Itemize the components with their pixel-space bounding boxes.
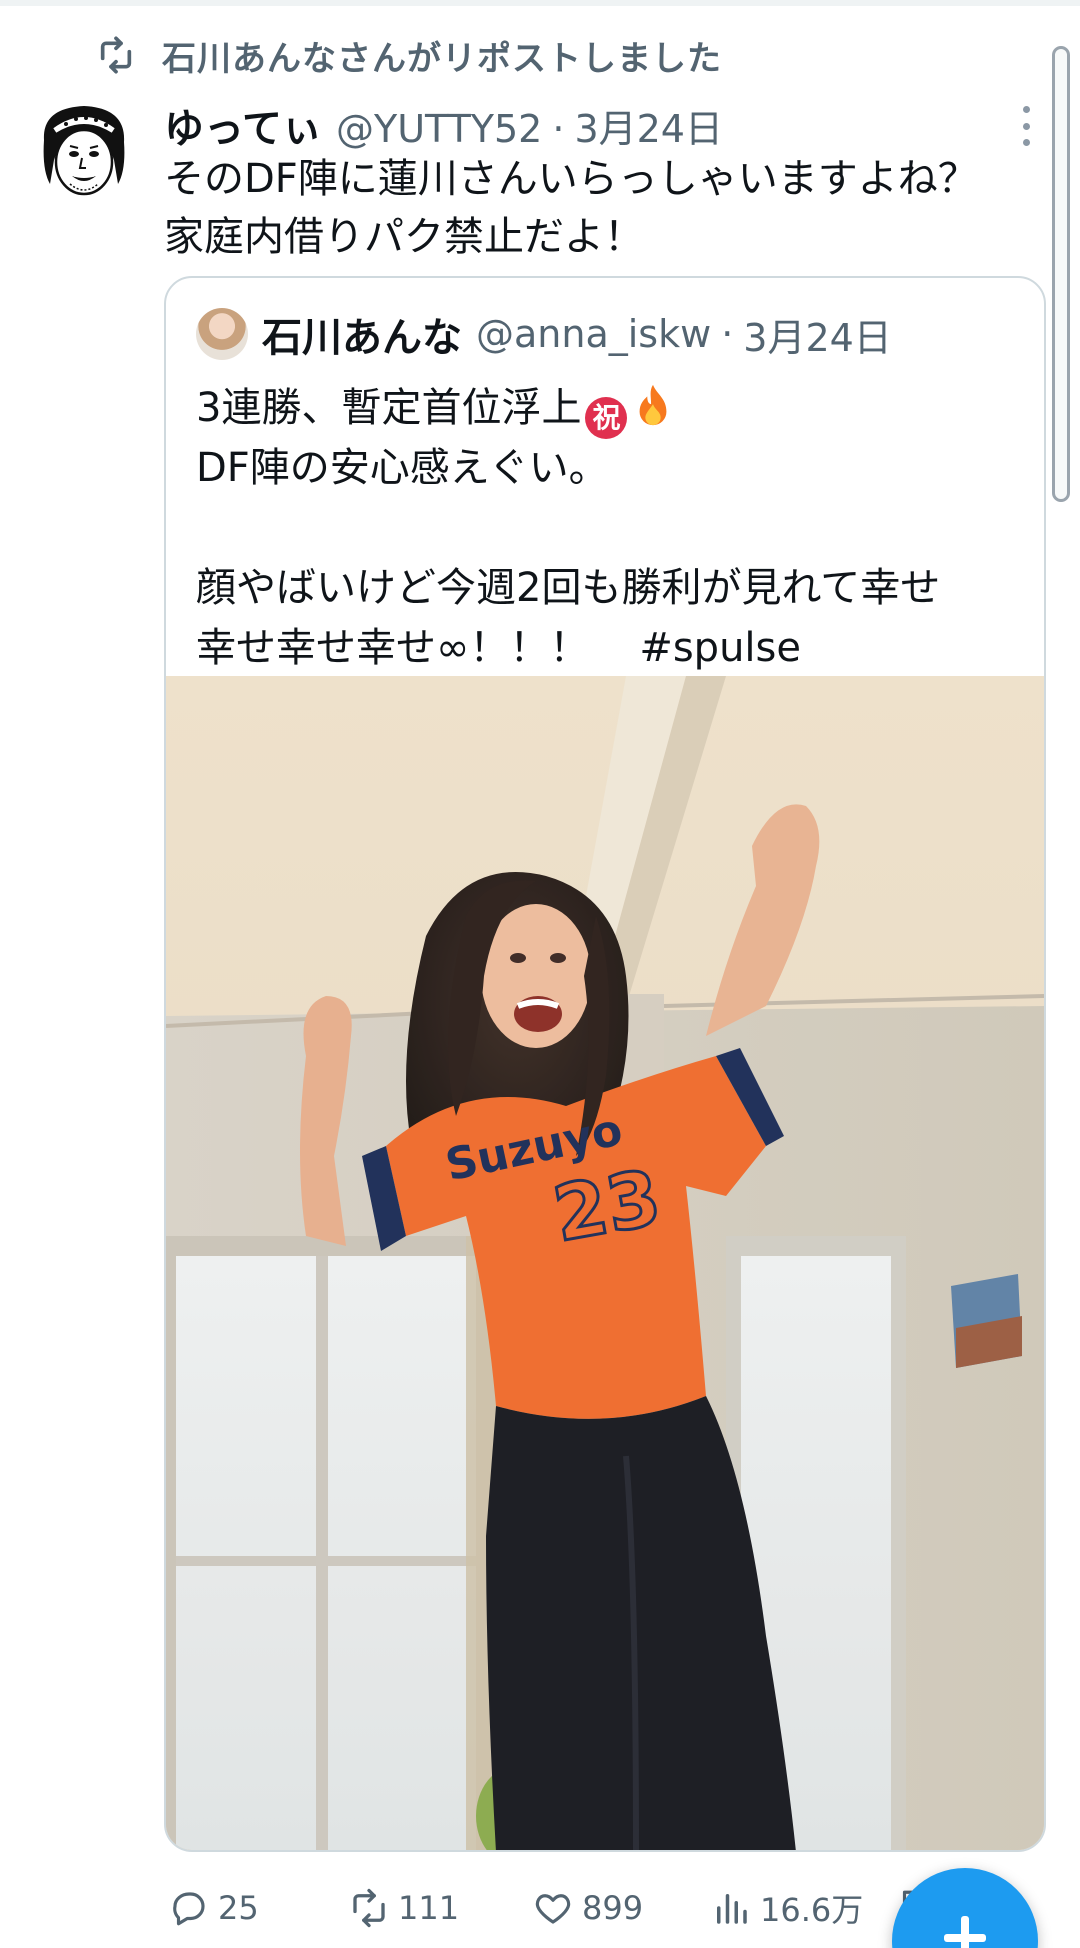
celebration-emoji-icon: 祝 [585, 397, 628, 439]
quoted-author-display-name: 石川あんな [262, 315, 462, 361]
quoted-text-line-4-text: 幸せ幸せ幸せ∞！！！ [196, 625, 590, 671]
plus-icon-vertical [961, 1916, 969, 1948]
tweet-body-text: そのDF陣に蓮川さんいらっしゃいますよね？ 家庭内借りパク禁止だよ！ [164, 156, 978, 260]
quoted-text-line-3: 顔やばいけど今週2回も勝利が見れて幸せ [196, 565, 941, 611]
views-count: 16.6万 [760, 1891, 864, 1929]
quoted-header-separator: · [721, 312, 734, 356]
quoted-text-line-4: 幸せ幸せ幸せ∞！！！ #spulse [196, 618, 1026, 678]
tweet-header: ゆってぃ @YUTTY52 · 3月24日 [164, 96, 723, 153]
repost-count: 111 [398, 1889, 460, 1927]
scrollbar-thumb[interactable] [1052, 46, 1070, 502]
jumping-woman-photo: Suzuyo 23 [166, 676, 1044, 1850]
like-button[interactable]: 899 [532, 1878, 643, 1938]
quoted-author-handle: @anna_iskw [476, 312, 712, 356]
quoted-text-line-1-text: 3連勝、暫定首位浮上 [196, 385, 582, 431]
repost-banner[interactable]: 石川あんなさんがリポストしました [96, 30, 722, 80]
more-options-icon[interactable] [1016, 106, 1036, 146]
like-count: 899 [582, 1889, 644, 1927]
reply-button[interactable]: 25 [168, 1878, 259, 1938]
top-divider [0, 0, 1080, 6]
quoted-tweet-date: 3月24日 [743, 315, 892, 360]
cartoon-face-avatar-image [43, 106, 125, 196]
quoted-tweet-photo[interactable]: Suzuyo 23 [166, 676, 1044, 1850]
views-button[interactable]: 16.6万 [710, 1878, 863, 1938]
reply-icon [173, 1892, 205, 1926]
quoted-text-line-2: DF陣の安心感えぐい。 [196, 445, 609, 491]
quoted-text-blank-line [196, 498, 1026, 558]
repost-button[interactable]: 111 [348, 1878, 459, 1938]
tweet-detail-screen: 石川あんなさんがリポストしました ゆってぃ @YUTTY52 · 3月24日 そ… [0, 0, 1080, 1948]
header-separator: · [552, 107, 565, 151]
quoted-tweet-card[interactable]: 石川あんな @anna_iskw · 3月24日 3連勝、暫定首位浮上祝 DF陣… [164, 276, 1046, 1852]
reply-count: 25 [218, 1889, 259, 1927]
tweet-date[interactable]: 3月24日 [574, 98, 723, 153]
author-display-name[interactable]: ゆってぃ [164, 96, 322, 154]
author-avatar[interactable] [34, 100, 134, 210]
author-handle[interactable]: @YUTTY52 [336, 107, 542, 151]
repost-icon [100, 36, 132, 74]
fire-emoji-icon [640, 384, 667, 426]
quoted-author-avatar [196, 308, 248, 360]
heart-icon [535, 1894, 571, 1924]
quoted-tweet-header: 石川あんな @anna_iskw · 3月24日 [196, 304, 892, 364]
hashtag-link[interactable]: #spulse [639, 625, 801, 671]
views-bar-chart-icon [717, 1894, 747, 1924]
repost-label: 石川あんなさんがリポストしました [162, 38, 722, 79]
repost-action-icon [353, 1888, 385, 1928]
quoted-tweet-text: 3連勝、暫定首位浮上祝 DF陣の安心感えぐい。 顔やばいけど今週2回も勝利が見れ… [196, 378, 1026, 678]
quoted-text-line-1: 3連勝、暫定首位浮上祝 [196, 378, 1026, 439]
